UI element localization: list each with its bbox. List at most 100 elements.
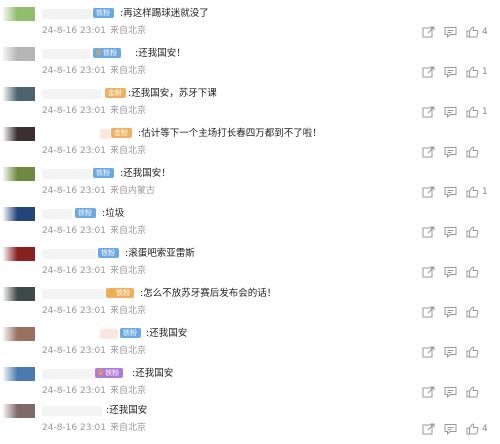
avatar-image [3, 127, 35, 141]
like-button[interactable] [466, 146, 479, 158]
thumbs-up-icon [466, 346, 479, 358]
like-button[interactable] [466, 26, 479, 38]
thumbs-up-icon [466, 186, 479, 198]
username-blurred[interactable] [42, 49, 90, 59]
avatar[interactable] [3, 127, 35, 141]
reply-button[interactable] [444, 26, 457, 38]
reply-button[interactable] [444, 226, 457, 238]
avatar[interactable] [3, 167, 35, 181]
avatar[interactable] [3, 47, 35, 61]
comment-text: :还我国安！ [135, 48, 186, 59]
username-blurred[interactable] [42, 89, 102, 99]
crown-icon: ♛ [108, 288, 116, 297]
thumbs-up-icon [466, 386, 479, 398]
badge-label: 铁粉 [123, 329, 137, 337]
avatar[interactable] [3, 207, 35, 221]
share-icon [422, 66, 435, 78]
badge-label: 铁粉 [116, 289, 131, 297]
reply-button[interactable] [444, 186, 457, 198]
like-count: 1 [482, 187, 488, 197]
comment-icon [444, 106, 457, 118]
share-button[interactable] [422, 386, 435, 398]
avatar[interactable] [3, 404, 35, 418]
badge-label: 金粉 [108, 89, 122, 97]
like-button[interactable] [466, 226, 479, 238]
comment-meta: 24-8-16 23:01 来自北京 [42, 145, 146, 157]
share-button[interactable] [422, 423, 435, 435]
comment-time: 24-8-16 23:01 [42, 226, 106, 236]
share-button[interactable] [422, 146, 435, 158]
avatar-image [3, 327, 35, 341]
reply-button[interactable] [444, 346, 457, 358]
comment-actions [413, 305, 488, 319]
comment-location: 来自北京 [109, 66, 146, 76]
like-button[interactable] [466, 186, 479, 198]
username-blurred[interactable] [42, 249, 96, 259]
comment-text: :还我国安 [146, 328, 188, 339]
comment-row: 铁粉 :滚蛋吧索亚雷斯 24-8-16 23:01 来自北京 [0, 247, 500, 287]
share-button[interactable] [422, 26, 435, 38]
comment-actions: 4 [413, 25, 488, 39]
username-blurred[interactable] [42, 169, 92, 179]
username-blurred[interactable] [42, 209, 72, 219]
like-button[interactable] [466, 423, 479, 435]
username-blurred[interactable] [42, 289, 104, 299]
avatar-image [3, 247, 35, 261]
share-button[interactable] [422, 306, 435, 318]
avatar-image [3, 404, 35, 418]
share-button[interactable] [422, 266, 435, 278]
like-button[interactable] [466, 306, 479, 318]
reply-button[interactable] [444, 306, 457, 318]
comment-actions [413, 265, 488, 279]
comment-icon [444, 346, 457, 358]
reply-button[interactable] [444, 106, 457, 118]
avatar[interactable] [3, 327, 35, 341]
reply-button[interactable] [444, 386, 457, 398]
like-count: 4 [482, 424, 488, 434]
comment-meta: 24-8-16 23:01 来自北京 [42, 385, 146, 397]
share-icon [422, 266, 435, 278]
share-icon [422, 146, 435, 158]
reply-button[interactable] [444, 66, 457, 78]
avatar[interactable] [3, 247, 35, 261]
comment-icon [444, 423, 457, 435]
comment-text: :滚蛋吧索亚雷斯 [125, 248, 195, 259]
username-blurred[interactable] [42, 369, 94, 379]
like-button[interactable] [466, 386, 479, 398]
comment-meta: 24-8-16 23:01 来自北京 [42, 65, 146, 77]
avatar[interactable] [3, 7, 35, 21]
like-button[interactable] [466, 346, 479, 358]
comment-location: 来自北京 [109, 106, 146, 116]
comment-meta: 24-8-16 23:01 来自北京 [42, 105, 146, 117]
like-button[interactable] [466, 66, 479, 78]
reply-button[interactable] [444, 266, 457, 278]
avatar[interactable] [3, 87, 35, 101]
avatar[interactable] [3, 367, 35, 381]
like-button[interactable] [466, 266, 479, 278]
thumbs-up-icon [466, 106, 479, 118]
fan-badge: ♛铁粉 [93, 48, 122, 58]
username-blurred[interactable] [100, 329, 118, 339]
reply-button[interactable] [444, 146, 457, 158]
share-icon [422, 386, 435, 398]
thumbs-up-icon [466, 66, 479, 78]
share-button[interactable] [422, 66, 435, 78]
username-blurred[interactable] [42, 9, 92, 19]
fan-badge: 铁粉 [120, 328, 141, 338]
fan-badge: 铁粉 [98, 248, 119, 258]
avatar[interactable] [3, 287, 35, 301]
share-button[interactable] [422, 346, 435, 358]
share-button[interactable] [422, 186, 435, 198]
username-blurred[interactable] [42, 406, 102, 416]
share-button[interactable] [422, 226, 435, 238]
comment-meta: 24-8-16 23:01 来自北京 [42, 225, 146, 237]
like-button[interactable] [466, 106, 479, 118]
thumbs-up-icon [466, 423, 479, 435]
comment-row: 铁粉 :还我国安！ 24-8-16 23:01 来自内蒙古 1 [0, 167, 500, 207]
username-blurred[interactable] [100, 129, 110, 139]
comment-row: 铁粉 :再这样踢球迷就没了 24-8-16 23:01 来自北京 4 [0, 7, 500, 47]
comment-icon [444, 26, 457, 38]
reply-button[interactable] [444, 423, 457, 435]
share-icon [422, 186, 435, 198]
share-button[interactable] [422, 106, 435, 118]
